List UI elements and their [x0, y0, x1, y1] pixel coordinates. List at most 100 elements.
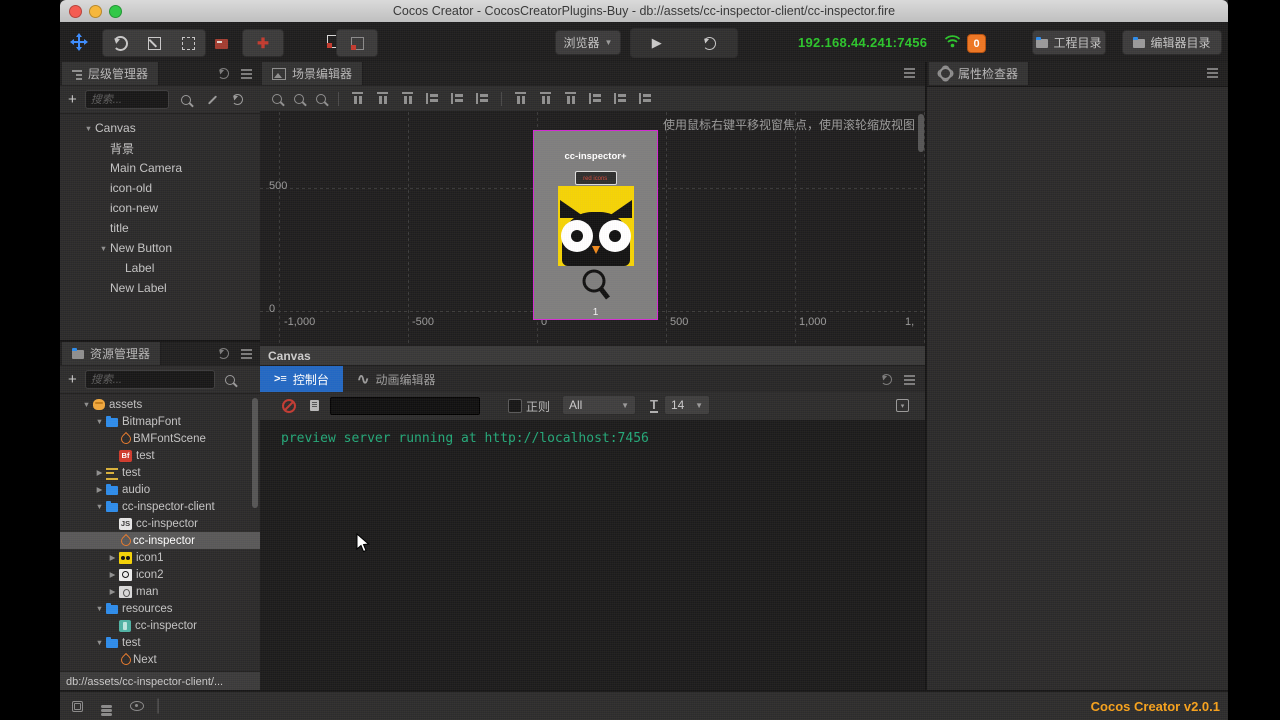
assets-scrollbar[interactable] [252, 398, 258, 508]
inspector-tab[interactable]: 属性检查器 [929, 62, 1030, 85]
add-asset-button[interactable]: + [68, 372, 77, 387]
expand-arrow-icon[interactable]: ▶ [93, 485, 106, 494]
panel-menu-icon[interactable] [241, 348, 252, 351]
asset-node[interactable]: ▼ cc-inspector-client [60, 498, 260, 515]
asset-node[interactable]: ▼ BitmapFont [60, 413, 260, 430]
console-filter-input[interactable] [330, 397, 480, 415]
search-icon[interactable] [224, 374, 235, 385]
hierarchy-node[interactable]: 背景 [60, 138, 260, 158]
panel-menu-icon[interactable] [1207, 68, 1218, 70]
asset-node[interactable]: Bf test [60, 447, 260, 464]
zoom-in-icon[interactable] [316, 93, 326, 104]
hierarchy-node[interactable]: ▼ Canvas [60, 118, 260, 138]
search-icon[interactable] [180, 94, 191, 105]
notification-badge[interactable]: 0 [967, 34, 986, 53]
add-node-button[interactable]: + [68, 92, 77, 107]
refresh-icon[interactable] [231, 94, 243, 105]
asset-node[interactable]: ▶ audio [60, 481, 260, 498]
panel-menu-icon[interactable] [241, 68, 252, 71]
asset-node[interactable]: ▼ assets [60, 396, 260, 413]
distribute-v-center-icon[interactable] [540, 92, 551, 105]
expand-arrow-icon[interactable]: ▼ [82, 124, 95, 133]
rect-tool-icon[interactable] [181, 36, 195, 50]
align-bottom-icon[interactable] [402, 92, 413, 105]
zoom-out-icon[interactable] [272, 93, 282, 104]
distribute-top-icon[interactable] [515, 92, 526, 105]
scene-view[interactable]: -1,000 -500 0 500 1,000 1, 500 0 使用鼠标右键平移视窗焦点，… [260, 112, 925, 345]
hierarchy-node[interactable]: ▼ New Button [60, 238, 260, 258]
asset-node[interactable]: Next [60, 651, 260, 668]
expand-arrow-icon[interactable]: ▶ [106, 587, 119, 596]
asset-node[interactable]: ▶ man [60, 583, 260, 600]
link-node-icon[interactable] [207, 94, 217, 105]
asset-node[interactable]: ▶ icon1 [60, 549, 260, 566]
distribute-right-icon[interactable] [639, 93, 652, 104]
asset-node[interactable]: ▼ test [60, 634, 260, 651]
expand-arrow-icon[interactable]: ▼ [93, 604, 106, 613]
scene-scrollbar[interactable] [918, 114, 924, 152]
eye-icon[interactable] [130, 701, 144, 711]
hierarchy-node[interactable]: icon-old [60, 178, 260, 198]
hierarchy-node[interactable]: New Label [60, 278, 260, 298]
canvas-node[interactable]: cc-inspector+ red icons 1 [533, 130, 658, 320]
distribute-bottom-icon[interactable] [565, 92, 576, 105]
zoom-window-button[interactable] [109, 5, 122, 18]
asset-node[interactable]: ▶ test [60, 464, 260, 481]
refresh-icon[interactable] [881, 374, 892, 385]
hierarchy-tab[interactable]: 层级管理器 [62, 62, 160, 85]
project-dir-button[interactable]: 工程目录 [1032, 30, 1106, 55]
detach-icon[interactable]: ▾ [896, 399, 909, 412]
expand-arrow-icon[interactable]: ▼ [93, 502, 106, 511]
editor-dir-button[interactable]: 编辑器目录 [1122, 30, 1222, 55]
asset-node[interactable]: JS cc-inspector [60, 515, 260, 532]
owl-sprite[interactable] [557, 186, 634, 266]
plugin-button-2[interactable]: ✚ [242, 29, 284, 57]
preview-target-dropdown[interactable]: 浏览器 ▼ [555, 30, 621, 55]
expand-arrow-icon[interactable]: ▼ [93, 638, 106, 647]
expand-arrow-icon[interactable]: ▼ [80, 400, 93, 409]
panel-menu-icon[interactable] [904, 68, 915, 70]
move-tool-icon[interactable] [70, 33, 88, 56]
refresh-icon[interactable] [218, 348, 229, 359]
expand-arrow-icon[interactable]: ▶ [106, 570, 119, 579]
font-size-dropdown[interactable]: 14 ▼ [664, 395, 710, 415]
refresh-preview-button[interactable] [703, 36, 717, 50]
plugin-button-4[interactable] [336, 29, 378, 57]
asset-node[interactable]: cc-inspector [60, 617, 260, 634]
clear-console-icon[interactable] [282, 399, 296, 413]
magnifier-sprite[interactable] [580, 268, 612, 309]
asset-node[interactable]: cc-inspector [60, 532, 260, 549]
expand-arrow-icon[interactable]: ▶ [106, 553, 119, 562]
sync-icon[interactable] [72, 700, 83, 712]
asset-node[interactable]: ▼ resources [60, 600, 260, 617]
asset-node[interactable]: ▶ icon2 [60, 566, 260, 583]
align-right-icon[interactable] [476, 93, 489, 104]
rotate-tool-icon[interactable] [113, 35, 129, 51]
hierarchy-node[interactable]: title [60, 218, 260, 238]
open-log-file-icon[interactable] [310, 400, 319, 411]
hierarchy-node[interactable]: Main Camera [60, 158, 260, 178]
align-v-center-icon[interactable] [377, 92, 388, 105]
tab-animation-editor[interactable]: ∿ 动画编辑器 [343, 366, 450, 392]
play-button[interactable]: ▶ [652, 35, 662, 51]
distribute-h-center-icon[interactable] [614, 93, 627, 104]
align-h-center-icon[interactable] [451, 93, 464, 104]
align-top-icon[interactable] [352, 92, 363, 105]
assets-tab[interactable]: 资源管理器 [62, 342, 162, 365]
zoom-reset-icon[interactable] [294, 93, 304, 104]
scene-tab[interactable]: 场景编辑器 [262, 62, 364, 85]
minimize-window-button[interactable] [89, 5, 102, 18]
log-level-dropdown[interactable]: All ▼ [562, 395, 636, 415]
scale-tool-icon[interactable] [148, 36, 162, 50]
hierarchy-search-input[interactable] [84, 90, 169, 109]
close-window-button[interactable] [69, 5, 82, 18]
asset-node[interactable]: BMFontScene [60, 430, 260, 447]
expand-arrow-icon[interactable]: ▶ [93, 468, 106, 477]
refresh-icon[interactable] [218, 68, 229, 79]
new-button-node[interactable]: red icons [574, 171, 617, 185]
expand-arrow-icon[interactable]: ▼ [93, 417, 106, 426]
align-left-icon[interactable] [426, 93, 439, 104]
plugin-picture-icon[interactable] [215, 39, 228, 49]
regex-checkbox[interactable] [508, 399, 522, 413]
assets-search-input[interactable] [84, 370, 215, 389]
